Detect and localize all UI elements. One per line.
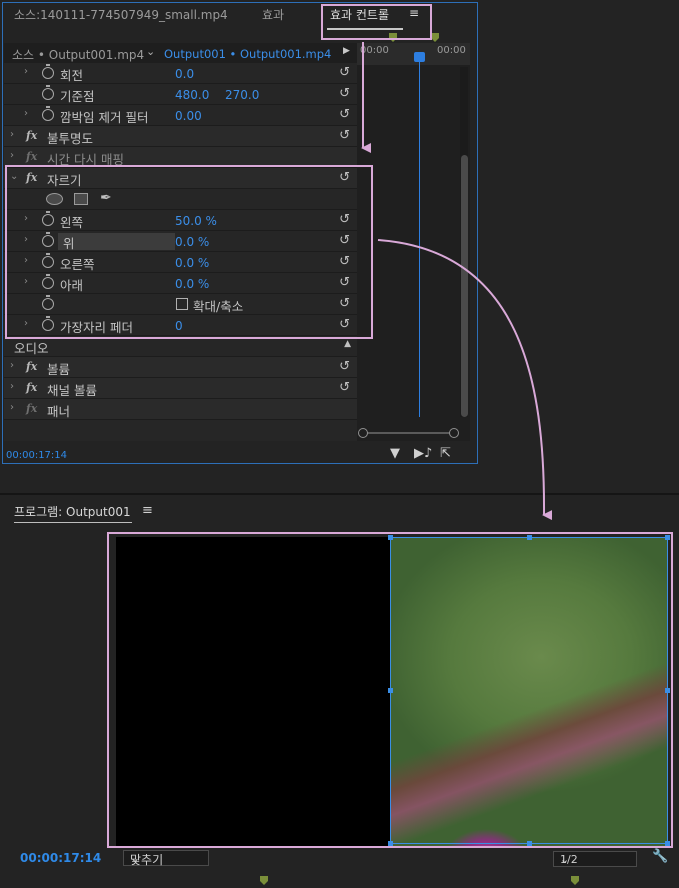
arrow-to-program-video [377, 239, 553, 521]
annotation-arrows [361, 42, 553, 521]
